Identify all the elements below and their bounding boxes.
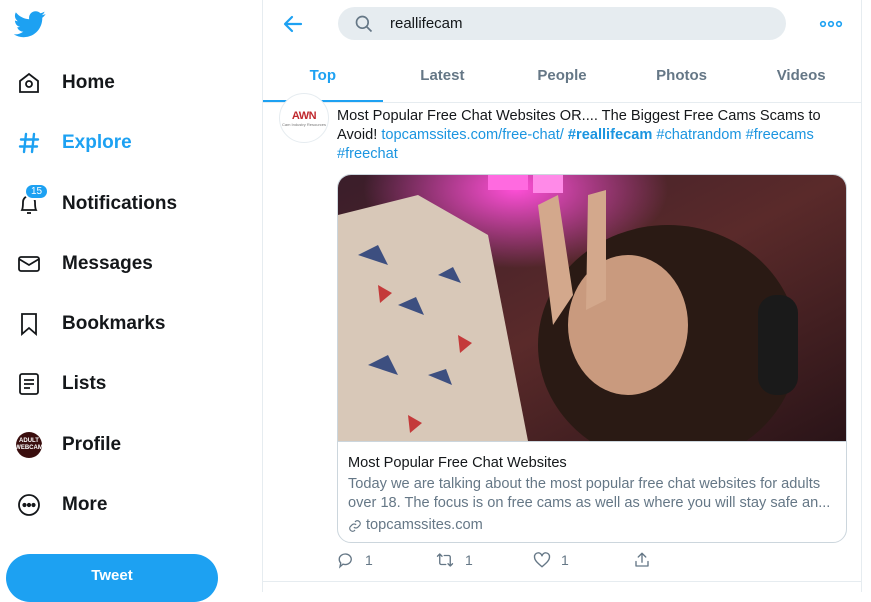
share-icon	[635, 552, 649, 567]
tab-people[interactable]: People	[502, 56, 622, 102]
share-button[interactable]	[633, 551, 651, 569]
bookmark-icon	[16, 311, 42, 337]
avatar-logo: AWN	[291, 109, 317, 122]
card-domain: topcamssites.com	[348, 516, 836, 535]
card-domain-text: topcamssites.com	[366, 517, 483, 533]
tweet-author-avatar[interactable]: AWN Cam Industry Resources	[279, 93, 329, 143]
hashtag-link[interactable]: #chatrandom	[656, 127, 741, 143]
tweet-button[interactable]: Tweet	[6, 554, 218, 602]
tweet[interactable]: AWN Cam Industry Resources Most Popular …	[263, 93, 861, 582]
card-image	[338, 175, 846, 441]
search-input[interactable]	[388, 14, 752, 33]
heart-icon	[533, 552, 551, 568]
link-icon	[349, 519, 361, 532]
reply-icon	[338, 553, 352, 569]
retweet-button[interactable]: 1	[435, 551, 473, 569]
notification-badge: 15	[24, 183, 50, 200]
card-description: Today we are talking about the most popu…	[348, 476, 831, 511]
tab-latest[interactable]: Latest	[383, 56, 503, 102]
sidebar-item-more[interactable]: More	[16, 485, 107, 525]
sidebar-item-label: Messages	[62, 253, 153, 274]
tweet-actions: 1 1 1	[337, 551, 667, 573]
search-tabs: Top Latest People Photos Videos	[263, 56, 861, 103]
sidebar-item-profile[interactable]: ADULT WEBCAM Profile	[16, 425, 121, 465]
hashtag-link[interactable]: #freecams	[746, 127, 814, 143]
bell-icon: 15	[16, 183, 50, 217]
list-icon	[16, 371, 42, 397]
retweet-icon	[436, 553, 454, 567]
search-bar[interactable]	[338, 7, 786, 40]
main-column: Top Latest People Photos Videos AWN Cam …	[262, 0, 862, 592]
reply-count: 1	[365, 552, 373, 568]
like-count: 1	[561, 552, 569, 568]
back-arrow-icon[interactable]	[281, 12, 305, 36]
avatar-logo-accent: N	[308, 109, 317, 122]
avatar: ADULT WEBCAM	[16, 432, 42, 458]
sidebar-item-label: Home	[62, 72, 115, 93]
avatar-wrap: ADULT WEBCAM	[16, 432, 42, 458]
sidebar-item-label: Notifications	[62, 193, 178, 214]
link-card[interactable]: Most Popular Free Chat Websites Today we…	[337, 174, 847, 543]
hashtag-link[interactable]: #freechat	[337, 146, 398, 162]
home-icon	[16, 70, 42, 96]
sidebar-item-lists[interactable]: Lists	[16, 364, 106, 404]
hashtag-link[interactable]: #reallifecam	[568, 127, 652, 143]
sidebar-item-label: Bookmarks	[62, 313, 166, 334]
hashtag-icon	[16, 130, 42, 156]
card-body: Most Popular Free Chat Websites Today we…	[338, 441, 846, 542]
twitter-logo-icon[interactable]	[14, 8, 46, 40]
tab-videos[interactable]: Videos	[741, 56, 861, 102]
card-title: Most Popular Free Chat Websites	[348, 455, 567, 471]
tab-top[interactable]: Top	[263, 56, 383, 102]
tweet-text: Most Popular Free Chat Websites OR.... T…	[337, 107, 837, 164]
more-options-icon[interactable]	[819, 14, 843, 34]
sidebar-item-label: Lists	[62, 373, 107, 394]
tweet-link[interactable]: topcamssites.com/free-chat/	[381, 127, 564, 143]
like-button[interactable]: 1	[533, 551, 569, 569]
search-icon	[355, 15, 373, 32]
avatar-tagline: Cam Industry Resources	[281, 121, 326, 127]
sidebar-item-label: More	[62, 494, 108, 515]
sidebar-item-label: Explore	[62, 132, 132, 153]
sidebar-item-home[interactable]: Home	[16, 63, 115, 103]
envelope-icon	[16, 251, 42, 277]
retweet-count: 1	[465, 552, 473, 568]
reply-button[interactable]: 1	[337, 551, 373, 569]
sidebar: Home Explore 15 Notifications Messages B…	[0, 0, 262, 602]
sidebar-item-bookmarks[interactable]: Bookmarks	[16, 304, 166, 344]
more-circle-icon	[16, 492, 42, 518]
sidebar-item-notifications[interactable]: 15 Notifications	[16, 183, 178, 224]
tab-photos[interactable]: Photos	[622, 56, 742, 102]
sidebar-item-explore[interactable]: Explore	[16, 123, 132, 163]
sidebar-item-label: Profile	[62, 434, 122, 455]
sidebar-item-messages[interactable]: Messages	[16, 244, 153, 284]
